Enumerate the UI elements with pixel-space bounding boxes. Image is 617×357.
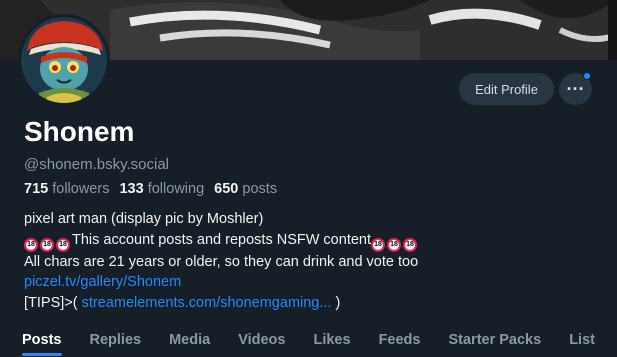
adult-18-icon: 18 [387,237,401,252]
bio-line-1: pixel art man (display pic by Moshler) [24,211,264,227]
tab-posts[interactable]: Posts [22,324,62,356]
bio-nsfw-text: This account posts and reposts NSFW cont… [72,231,371,248]
handle: @shonem.bsky.social [24,156,170,173]
posts-stat: 650 posts [214,181,277,197]
tab-likes[interactable]: Likes [313,324,350,348]
tab-lists[interactable]: List [569,324,595,348]
bio-tips-suffix: ) [331,294,341,311]
adult-18-icon: 18 [56,237,70,252]
avatar-image [21,17,107,103]
bio-tips-prefix: [TIPS]>( [24,294,82,311]
tab-videos[interactable]: Videos [238,324,285,348]
bio-line-5: [TIPS]>( streamelements.com/shonemgaming… [24,293,604,314]
notification-dot [583,72,591,80]
adult-18-icon: 18 [24,237,38,252]
display-name: Shonem [24,116,135,147]
profile-tabs: Posts Replies Media Videos Likes Feeds S… [0,324,617,357]
tab-media[interactable]: Media [169,324,210,348]
adult-18-icon: 18 [40,237,54,252]
bio-line-4: piczel.tv/gallery/Shonem [24,272,604,293]
followers-stat[interactable]: 715 followers [24,181,109,197]
posts-count: 650 [214,181,239,197]
following-label: following [147,181,205,197]
avatar[interactable] [18,14,110,106]
bio-line-2: 18 18 18 This account posts and reposts NSF… [24,230,604,252]
ellipsis-icon: ··· [566,79,585,99]
bio-link-piczel[interactable]: piczel.tv/gallery/Shonem [24,274,181,290]
followers-count: 715 [24,181,49,197]
profile-stats: 715 followers 133 following 650 posts [24,181,277,197]
adult-18-icon: 18 [403,237,417,252]
tab-replies[interactable]: Replies [90,324,142,348]
bio-link-streamelements[interactable]: streamelements.com/shonemgaming... [82,295,332,311]
tab-starter-packs[interactable]: Starter Packs [448,324,541,348]
bio-line-3: All chars are 21 years or older, so they… [24,253,419,270]
profile-bio: pixel art man (display pic by Moshler) 1… [24,209,604,313]
edit-profile-button[interactable]: Edit Profile [459,73,554,105]
followers-label: followers [52,181,110,197]
following-stat[interactable]: 133 following [119,181,204,197]
adult-18-icon: 18 [371,237,385,252]
posts-label: posts [242,181,278,197]
tab-feeds[interactable]: Feeds [379,324,421,348]
following-count: 133 [119,181,144,197]
